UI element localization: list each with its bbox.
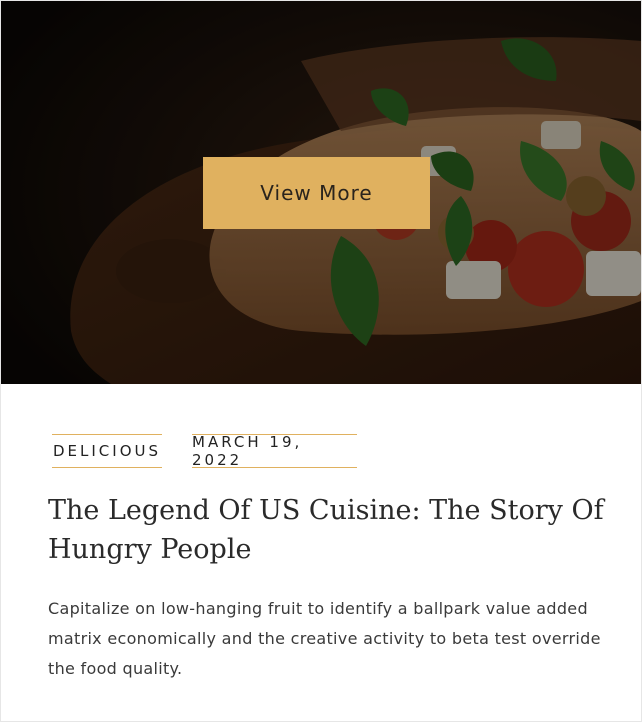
post-image[interactable]: View More bbox=[1, 1, 641, 384]
view-more-button[interactable]: View More bbox=[203, 157, 430, 229]
post-excerpt: Capitalize on low-hanging fruit to ident… bbox=[48, 599, 601, 678]
blog-card: View More DELICIOUS MARCH 19, 2022 The L… bbox=[0, 0, 642, 722]
category-tag[interactable]: DELICIOUS bbox=[52, 434, 162, 468]
post-date[interactable]: MARCH 19, 2022 bbox=[192, 433, 357, 469]
post-title[interactable]: The Legend Of US Cuisine: The Story Of H… bbox=[48, 491, 608, 569]
